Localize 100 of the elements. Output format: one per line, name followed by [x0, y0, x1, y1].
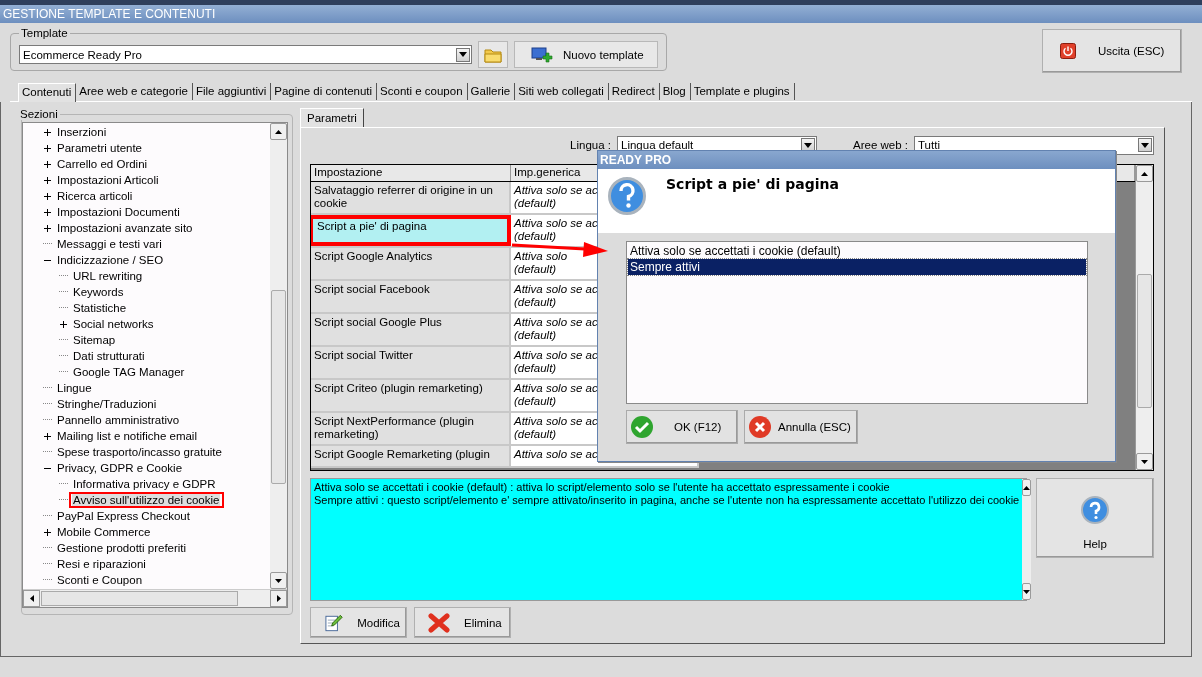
- tree-item[interactable]: Statistiche: [72, 300, 128, 316]
- expander-icon[interactable]: [43, 223, 52, 233]
- scroll-up-button[interactable]: [270, 123, 287, 140]
- tree-item[interactable]: PayPal Express Checkout: [56, 508, 191, 524]
- tab[interactable]: Redirect: [608, 83, 660, 100]
- expander-icon[interactable]: [43, 431, 52, 441]
- tree-item[interactable]: Privacy, GDPR e Cookie: [56, 460, 184, 476]
- check-icon: [630, 415, 654, 439]
- tab[interactable]: Blog: [659, 83, 691, 100]
- question-icon: [1081, 495, 1109, 524]
- help-button[interactable]: Help: [1036, 478, 1154, 558]
- table-cell[interactable]: Script social Facebook: [311, 281, 511, 314]
- tree-item[interactable]: Social networks: [72, 316, 155, 332]
- tab[interactable]: Pagine di contenuti: [271, 83, 378, 100]
- expander-icon[interactable]: [43, 175, 52, 185]
- exit-button[interactable]: Uscita (ESC): [1042, 29, 1182, 73]
- tree-item[interactable]: Carrello ed Ordini: [56, 156, 149, 172]
- table-cell[interactable]: Script NextPerformance (plugin remarketing): [311, 413, 511, 446]
- tree-item[interactable]: Keywords: [72, 284, 125, 300]
- dropdown-button[interactable]: [1138, 138, 1152, 152]
- tree-item[interactable]: Inserzioni: [56, 124, 108, 140]
- tree-item[interactable]: Stringhe/Traduzioni: [56, 396, 158, 412]
- ok-button[interactable]: OK (F12): [626, 410, 738, 444]
- tree-item[interactable]: Sitemap: [72, 332, 117, 348]
- table-cell[interactable]: Salvataggio referrer di origine in un cookie: [311, 182, 511, 215]
- scrollbar[interactable]: [1022, 479, 1032, 600]
- tree-item[interactable]: Pannello amministrativo: [56, 412, 181, 428]
- table-cell-text: (default): [514, 263, 557, 276]
- tree-item[interactable]: Parametri utente: [56, 140, 143, 156]
- down-arrow-icon: [1023, 589, 1031, 594]
- table-cell[interactable]: Script social Twitter: [311, 347, 511, 380]
- scroll-up-button[interactable]: [1136, 165, 1153, 182]
- scroll-down-button[interactable]: [270, 572, 287, 589]
- tree-item[interactable]: Google TAG Manager: [72, 364, 186, 380]
- up-arrow-icon: [275, 129, 282, 134]
- tree-item[interactable]: URL rewriting: [72, 268, 144, 284]
- table-cell-text: Attiva solo se ac: [514, 316, 598, 329]
- tree-item[interactable]: Dati strutturati: [72, 348, 146, 364]
- table-cell-text: Attiva solo se ac: [514, 283, 598, 296]
- tree-item[interactable]: Impostazioni avanzate sito: [56, 220, 194, 236]
- delete-button[interactable]: Elimina: [414, 607, 511, 638]
- expander-icon[interactable]: [59, 319, 68, 329]
- expander-icon[interactable]: [43, 527, 52, 537]
- table-cell[interactable]: Script Google Remarketing (plugin: [311, 446, 511, 468]
- scrollbar[interactable]: [270, 123, 287, 589]
- tree-item[interactable]: Resi e riparazioni: [56, 556, 147, 572]
- scroll-down-button[interactable]: [1136, 453, 1153, 470]
- scrollbar[interactable]: [23, 589, 287, 607]
- scroll-thumb[interactable]: [271, 290, 286, 484]
- tab[interactable]: Parametri: [300, 108, 364, 127]
- expander-icon[interactable]: [43, 159, 52, 169]
- tab[interactable]: Template e plugins: [690, 83, 795, 100]
- option-item[interactable]: Attiva solo se accettati i cookie (default): [628, 243, 1086, 259]
- scroll-up-button[interactable]: [1022, 479, 1032, 496]
- template-dropdown[interactable]: Ecommerce Ready Pro: [19, 45, 472, 64]
- column-header[interactable]: Impostazione: [311, 165, 511, 181]
- tab[interactable]: Gallerie: [467, 83, 516, 100]
- expander-icon[interactable]: [43, 207, 52, 217]
- tab[interactable]: File aggiuntivi: [192, 83, 272, 100]
- cancel-button[interactable]: Annulla (ESC): [744, 410, 858, 444]
- table-cell-text: Attiva solo: [514, 250, 568, 263]
- group-label: Sezioni: [19, 108, 59, 120]
- table-cell-text: Attiva solo se ac: [514, 448, 598, 461]
- tree-item[interactable]: Sconti e Coupon: [56, 572, 144, 588]
- tree-item[interactable]: Mobile Commerce: [56, 524, 152, 540]
- option-item[interactable]: Sempre attivi: [628, 259, 1086, 275]
- window-title: GESTIONE TEMPLATE E CONTENUTI: [0, 5, 1202, 23]
- table-cell[interactable]: Script social Google Plus: [311, 314, 511, 347]
- tab[interactable]: Contenuti: [18, 83, 77, 102]
- tab[interactable]: Siti web collegati: [515, 83, 609, 100]
- tree-item[interactable]: Messaggi e testi vari: [56, 236, 163, 252]
- expander-icon[interactable]: [43, 191, 52, 201]
- edit-button[interactable]: Modifica: [310, 607, 407, 638]
- scrollbar[interactable]: [1135, 165, 1153, 470]
- tab[interactable]: Sconti e coupon: [377, 83, 468, 100]
- scroll-thumb[interactable]: [1137, 274, 1152, 408]
- scroll-left-button[interactable]: [23, 590, 40, 607]
- table-cell-text: Attiva solo se ac: [514, 217, 598, 230]
- tree-item[interactable]: Informativa privacy e GDPR: [72, 476, 217, 492]
- table-cell[interactable]: Script Google Analytics: [311, 248, 511, 281]
- expander-icon[interactable]: [43, 127, 52, 137]
- tree-item[interactable]: Ricerca articoli: [56, 188, 134, 204]
- scroll-right-button[interactable]: [270, 590, 287, 607]
- tree-item[interactable]: Lingue: [56, 380, 93, 396]
- tree-item[interactable]: Spese trasporto/incasso gratuite: [56, 444, 223, 460]
- expander-icon[interactable]: [43, 143, 52, 153]
- scroll-thumb[interactable]: [41, 591, 238, 606]
- tree-item[interactable]: Impostazioni Articoli: [56, 172, 160, 188]
- table-cell[interactable]: Script Criteo (plugin remarketing): [311, 380, 511, 413]
- right-arrow-icon: [276, 595, 281, 602]
- scroll-down-button[interactable]: [1022, 583, 1032, 600]
- tree-item[interactable]: Gestione prodotti preferiti: [56, 540, 188, 556]
- tree-item[interactable]: Indicizzazione / SEO: [56, 252, 165, 268]
- tab[interactable]: Aree web e categorie: [76, 83, 193, 100]
- table-cell[interactable]: Script a pie' di pagina: [311, 215, 511, 248]
- dialog-heading: Script a pie' di pagina: [666, 176, 839, 192]
- tree-item[interactable]: Impostazioni Documenti: [56, 204, 181, 220]
- new-template-button[interactable]: Nuovo template: [514, 41, 658, 68]
- tree-item[interactable]: Mailing list e notifiche email: [56, 428, 198, 444]
- dropdown-button[interactable]: [456, 47, 470, 62]
